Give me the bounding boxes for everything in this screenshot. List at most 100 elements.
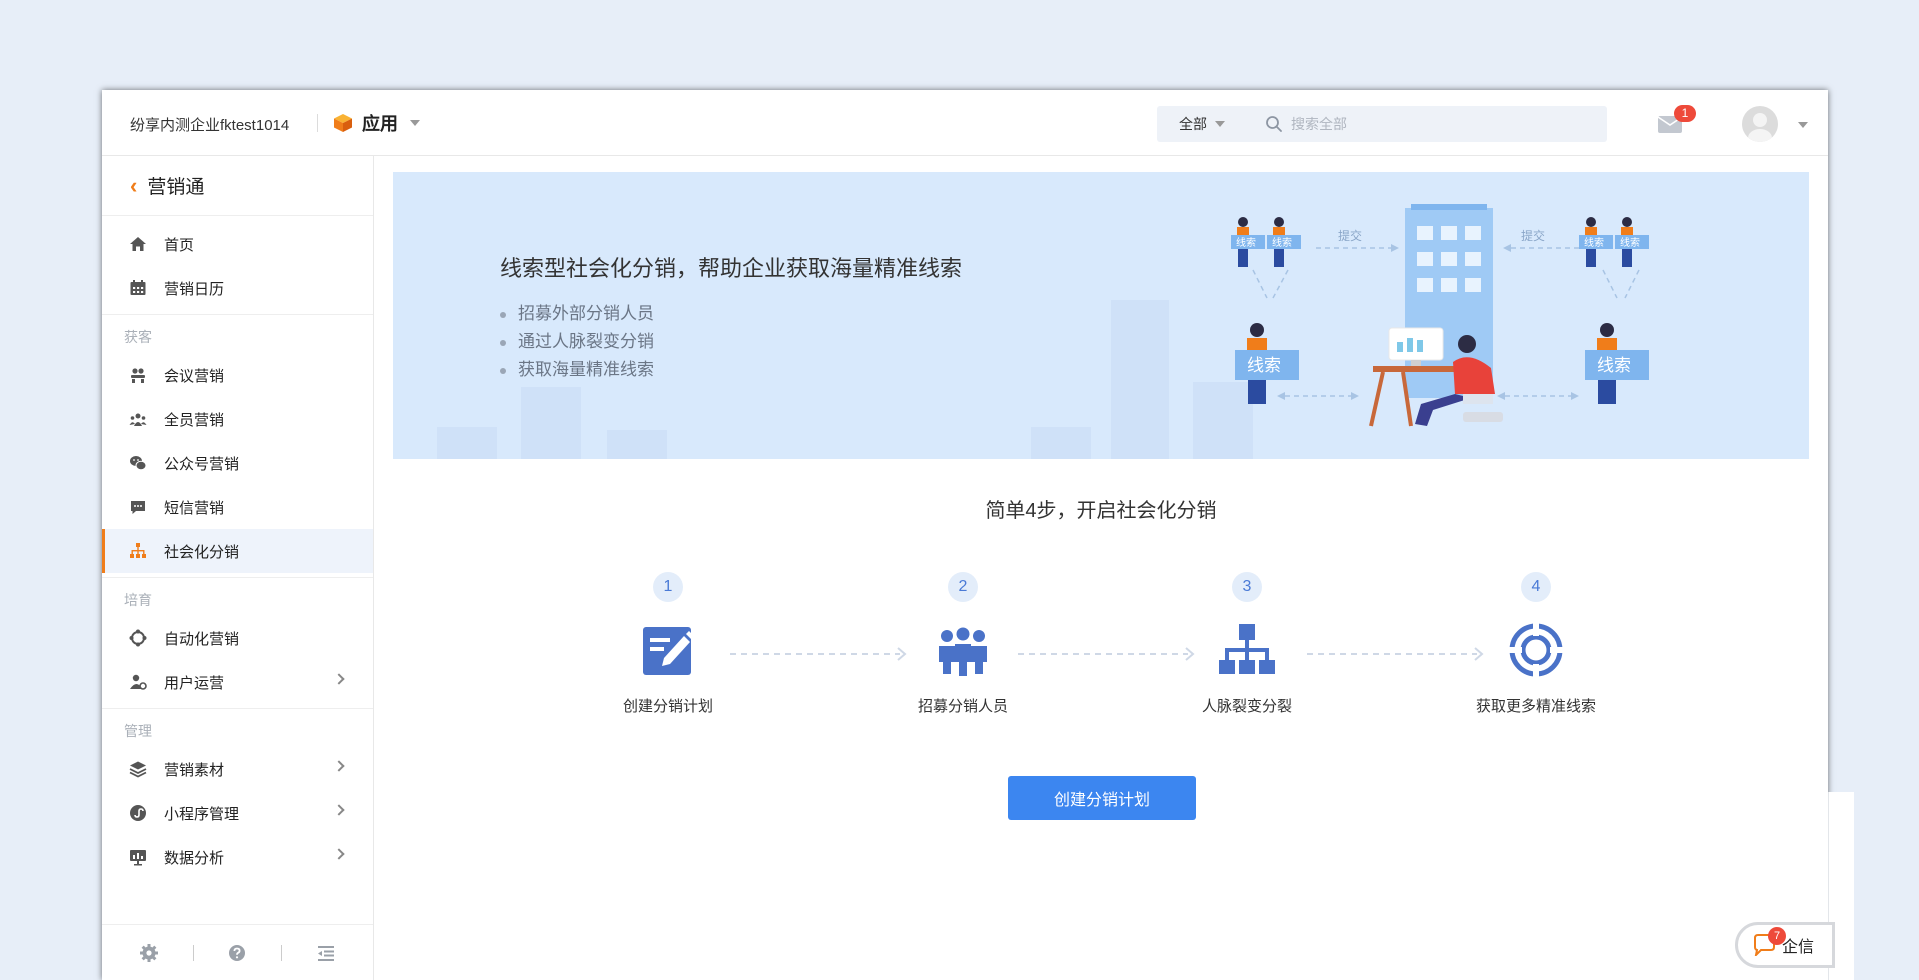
chevron-right-icon <box>333 804 345 816</box>
hero-banner: 提交 提交 线索 线索 线索 线索 线索 线索 线索型社会化分销，帮助企业获取海… <box>393 172 1809 459</box>
submit-label: 提交 <box>1521 228 1545 243</box>
banner-bullets: 招募外部分销人员 通过人脉裂变分销 获取海量精准线索 <box>500 300 654 384</box>
analytics-icon <box>128 847 148 867</box>
gear-icon[interactable] <box>139 943 159 963</box>
step-number: 3 <box>1232 572 1262 602</box>
lead-label: 线索 <box>1247 356 1281 375</box>
sms-icon <box>128 497 148 517</box>
app-cube-icon <box>334 114 352 132</box>
footer-separator <box>281 944 283 961</box>
chevron-right-icon <box>333 673 345 685</box>
sidebar-item-calendar[interactable]: 营销日历 <box>102 266 373 310</box>
sidebar-item-label: 全员营销 <box>164 411 225 429</box>
org-tree-icon <box>1219 624 1275 674</box>
section-label-nurture: 培育 <box>124 592 152 608</box>
sidebar-divider <box>102 314 373 315</box>
recruit-people-icon <box>939 627 987 676</box>
step-label: 招募分销人员 <box>917 698 1008 715</box>
submit-label: 提交 <box>1338 228 1362 243</box>
step-4: 4 获取更多精准线索 <box>1446 572 1626 716</box>
sidebar-item-analytics[interactable]: 数据分析 <box>102 835 373 879</box>
sidebar-item-sms[interactable]: 短信营销 <box>102 485 373 529</box>
wechat-icon <box>128 453 148 473</box>
sidebar-item-label: 小程序管理 <box>164 805 240 823</box>
miniprogram-icon <box>128 803 148 823</box>
step-label: 创建分销计划 <box>622 698 713 715</box>
section-label-manage: 管理 <box>124 723 152 739</box>
calendar-icon <box>128 278 148 298</box>
global-search: 全部 <box>1157 106 1607 142</box>
chevron-left-icon: ‹ <box>130 172 138 198</box>
step-1: 1 创建分销计划 <box>578 572 758 716</box>
avatar[interactable] <box>1742 106 1778 142</box>
search-icon <box>1266 116 1282 132</box>
sidebar-item-label: 自动化营销 <box>164 630 240 648</box>
app-label: 应用 <box>362 114 398 134</box>
step-label: 人脉裂变分裂 <box>1201 698 1292 715</box>
top-header: 纷享内测企业fktest1014 应用 全部 搜索全部 1 <box>102 90 1828 156</box>
sidebar-item-label: 首页 <box>164 236 195 254</box>
sidebar-item-automation[interactable]: 自动化营销 <box>102 616 373 660</box>
sidebar-title: 营销通 <box>147 177 205 198</box>
sidebar-item-label: 数据分析 <box>164 849 225 867</box>
chevron-right-icon <box>333 760 345 772</box>
sidebar-item-meeting[interactable]: 会议营销 <box>102 353 373 397</box>
step-number: 2 <box>948 572 978 602</box>
qixin-chat-button[interactable]: 企信 <box>1735 922 1835 968</box>
sidebar-item-miniprogram[interactable]: 小程序管理 <box>102 791 373 835</box>
sidebar-item-label: 短信营销 <box>164 499 225 517</box>
header-divider <box>317 114 318 132</box>
create-distribution-plan-button[interactable]: 创建分销计划 <box>1008 776 1196 820</box>
lead-label: 线索 <box>1584 236 1604 249</box>
chevron-down-icon <box>410 120 420 126</box>
step-number: 4 <box>1521 572 1551 602</box>
banner-bullet: 通过人脉裂变分销 <box>500 328 654 356</box>
lead-label: 线索 <box>1272 236 1292 249</box>
user-ops-icon <box>128 672 148 692</box>
sidebar-item-user-ops[interactable]: 用户运营 <box>102 660 373 704</box>
meeting-icon <box>128 365 148 385</box>
sidebar-item-label: 社会化分销 <box>164 543 240 561</box>
banner-bullet: 获取海量精准线索 <box>500 356 654 384</box>
step-number: 1 <box>653 572 683 602</box>
lead-label: 线索 <box>1620 236 1640 249</box>
chevron-down-icon <box>1215 121 1225 127</box>
banner-title: 线索型社会化分销，帮助企业获取海量精准线索 <box>500 256 963 281</box>
company-name: 纷享内测企业fktest1014 <box>130 117 290 134</box>
qixin-unread-badge: 7 <box>1768 927 1786 945</box>
collapse-menu-icon[interactable] <box>316 943 336 963</box>
qixin-label: 企信 <box>1782 939 1815 956</box>
section-label-acquire: 获客 <box>124 329 152 345</box>
search-scope-select[interactable]: 全部 <box>1179 114 1225 134</box>
sidebar-item-wechat[interactable]: 公众号营销 <box>102 441 373 485</box>
chevron-right-icon <box>333 848 345 860</box>
steps-title: 简单4步，开启社会化分销 <box>985 500 1217 522</box>
sidebar-divider <box>102 577 373 578</box>
sidebar-footer <box>102 924 373 980</box>
target-icon <box>1508 622 1564 678</box>
layers-icon <box>128 759 148 779</box>
sidebar-back-title[interactable]: ‹ 营销通 <box>102 156 373 216</box>
sidebar-item-social-distribution[interactable]: 社会化分销 <box>102 529 373 573</box>
sidebar-item-materials[interactable]: 营销素材 <box>102 747 373 791</box>
help-icon[interactable] <box>227 943 247 963</box>
step-label: 获取更多精准线索 <box>1475 698 1596 715</box>
sidebar-item-all-staff[interactable]: 全员营销 <box>102 397 373 441</box>
sidebar-item-label: 公众号营销 <box>164 455 240 473</box>
sidebar-item-label: 营销素材 <box>164 761 225 779</box>
step-3: 3 人脉裂变分裂 <box>1157 572 1337 716</box>
chevron-down-icon[interactable] <box>1798 122 1808 128</box>
app-window: 纷享内测企业fktest1014 应用 全部 搜索全部 1 ‹ 营销通 首页 营… <box>102 90 1828 980</box>
footer-separator <box>192 944 194 961</box>
search-input[interactable] <box>1291 116 1571 132</box>
home-icon <box>128 234 148 254</box>
sidebar: ‹ 营销通 首页 营销日历 获客 会议营销 全员营销 公众号营销 短信营销 社会… <box>102 156 374 980</box>
distribution-icon <box>128 541 148 561</box>
sidebar-item-home[interactable]: 首页 <box>102 222 373 266</box>
step-2: 2 招募分销人员 <box>873 572 1053 716</box>
app-switcher[interactable]: 应用 <box>332 110 420 136</box>
team-icon <box>128 409 148 429</box>
sidebar-divider <box>102 708 373 709</box>
edit-plan-icon <box>643 627 695 675</box>
sidebar-item-label: 会议营销 <box>164 367 225 385</box>
